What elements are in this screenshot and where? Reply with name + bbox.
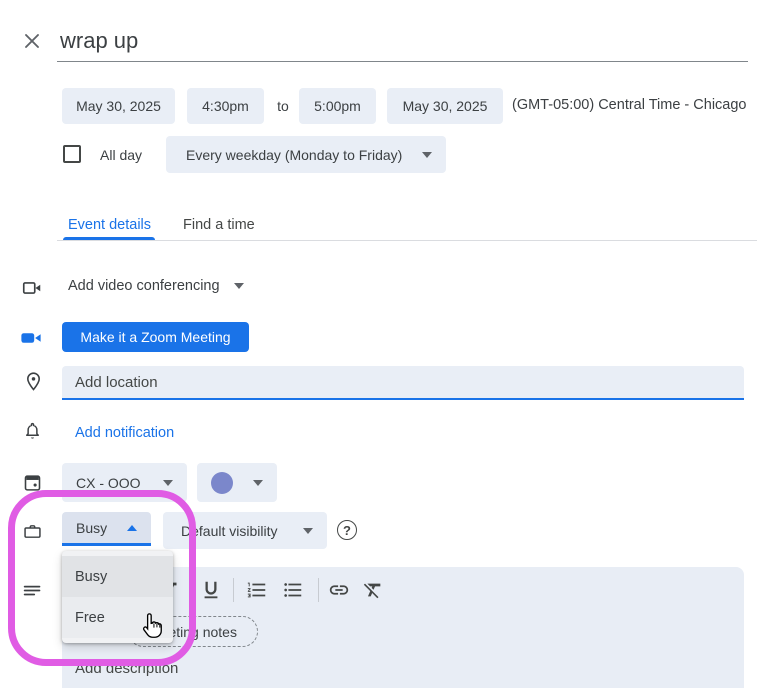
add-video-conferencing-label: Add video conferencing [68,278,220,294]
zoom-videocam-icon [19,326,43,350]
event-edit-dialog: May 30, 2025 4:30pm to 5:00pm May 30, 20… [0,0,762,691]
title-underline [57,61,748,62]
toolbar-divider [318,578,319,602]
chevron-down-icon [234,283,244,289]
menu-item-busy[interactable]: Busy [62,556,173,597]
videocam-icon [20,276,44,300]
numbered-list-icon[interactable] [246,579,268,601]
end-time-button[interactable]: 5:00pm [299,88,376,124]
notification-bell-icon [20,419,44,443]
bulleted-list-icon[interactable] [282,579,304,601]
description-icon [20,578,44,602]
add-notification-button[interactable]: Add notification [75,425,174,441]
event-title-input[interactable] [58,24,718,58]
event-color-dropdown[interactable] [197,463,277,502]
make-zoom-meeting-button[interactable]: Make it a Zoom Meeting [62,322,249,352]
help-icon[interactable]: ? [337,520,357,540]
recurrence-value: Every weekday (Monday to Friday) [180,147,402,163]
insert-link-icon[interactable] [328,579,350,601]
add-video-conferencing-dropdown[interactable]: Add video conferencing [68,278,244,294]
hand-cursor-icon [139,611,166,642]
briefcase-icon [20,519,44,543]
tab-event-details[interactable]: Event details [68,217,151,233]
close-icon [20,29,44,53]
to-label: to [272,98,294,114]
calendar-dropdown[interactable]: CX - OOO [62,463,187,502]
tab-find-a-time[interactable]: Find a time [183,217,255,233]
location-pin-icon [21,369,45,393]
tabs-divider [57,240,757,241]
visibility-dropdown[interactable]: Default visibility [163,512,327,549]
end-date-button[interactable]: May 30, 2025 [387,88,503,124]
chevron-down-icon [303,528,313,534]
start-date-button[interactable]: May 30, 2025 [62,88,175,124]
location-field-container [62,366,744,400]
recurrence-dropdown[interactable]: Every weekday (Monday to Friday) [166,136,446,173]
chevron-down-icon [253,480,263,486]
all-day-label: All day [100,147,142,163]
availability-dropdown[interactable]: Busy [62,512,151,546]
underline-icon[interactable] [200,579,222,601]
chevron-down-icon [163,480,173,486]
clear-formatting-icon[interactable] [362,579,384,601]
event-color-swatch [211,472,233,494]
chevron-up-icon [127,525,137,531]
timezone-label[interactable]: (GMT-05:00) Central Time - Chicago [512,97,747,113]
calendar-name: CX - OOO [76,475,141,491]
active-tab-indicator [63,237,155,240]
location-input[interactable] [62,366,744,398]
chevron-down-icon [422,152,432,158]
visibility-value: Default visibility [177,523,277,539]
description-placeholder[interactable]: Add description [75,660,178,677]
toolbar-divider [233,578,234,602]
start-time-button[interactable]: 4:30pm [187,88,264,124]
all-day-checkbox[interactable] [63,145,81,163]
availability-value: Busy [76,520,107,536]
close-button[interactable] [20,29,44,58]
calendar-icon [20,470,44,494]
